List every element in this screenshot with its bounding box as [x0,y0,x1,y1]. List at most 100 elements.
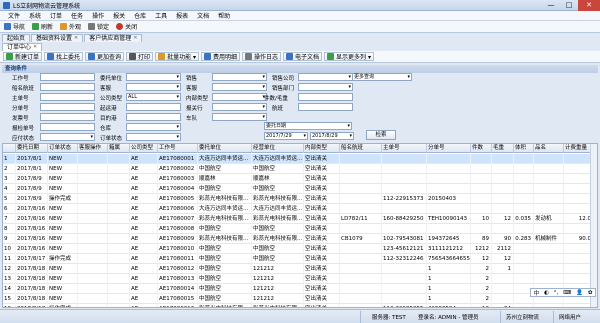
table-row[interactable]: 6 2017/8/16 NEW AE AE17080006 大连万达同丰货运... 大连万达… [3,204,597,214]
more-query-select[interactable]: 更多查询 [352,73,412,81]
partner-select[interactable] [126,83,181,91]
payable-status-select[interactable] [40,133,95,141]
company-type-select[interactable]: ALL [126,93,181,101]
date-to-input[interactable]: 2017/8/29 [310,132,354,140]
close-button[interactable]: 关闭 [116,22,137,31]
print-button[interactable]: 打印 [126,52,154,61]
search-button[interactable]: 检索 [366,130,396,140]
ime-mode-icon[interactable]: 中 [533,289,539,297]
table-row[interactable]: 15 2017/8/18 NEW AE AE17080015 中国航空 121212 空出清关… [3,294,597,304]
inspection-no-input[interactable] [40,123,95,131]
flight-input[interactable] [298,103,353,111]
ime-user-icon[interactable]: 👤 [576,290,583,296]
table-row[interactable]: 9 2017/8/16 NEW AE AE17080009 彩蕊光电科技有限... 彩蕊光电… [3,234,597,244]
table-row[interactable]: 10 2017/8/16 NEW AE AE17080010 中国航空 中国航空 空出清关 12… [3,244,597,254]
table-row[interactable]: 5 2017/8/9 操作完成 AE AE17080005 彩蕊光电科技有限... 彩蕊光电… [3,194,597,204]
table-row[interactable]: 13 2017/8/18 NEW AE AE17080013 中国航空 121212 空出清关… [3,274,597,284]
table-row[interactable]: 8 2017/8/16 NEW AE AE17080008 中国航空 中国航空 空出清关 [3,224,597,234]
column-header[interactable]: 船名航班 [340,144,382,153]
order-status-select[interactable] [126,133,181,141]
table-row[interactable]: 14 2017/8/18 NEW AE AE17080014 中国航空 121212 空出清关… [3,284,597,294]
table-row[interactable]: 2 2017/8/1 NEW AE AE17080002 中国航空 中国航空 空出清关 [3,164,597,174]
ime-halfwidth-icon[interactable]: ◐ [544,290,549,296]
inner-type-select[interactable] [212,93,267,101]
table-row[interactable]: 162017/8/18操作完成AEAE17080016彩蕊光电科技有限...彩蕊… [3,304,597,307]
date-from-input[interactable]: 2017/7/29 [264,132,308,140]
customs-broker-select[interactable] [212,103,267,111]
electronic-doc-button[interactable]: 电子文档 [283,52,323,61]
ime-keyboard-icon[interactable]: ⌨ [563,290,571,296]
dest-port-input[interactable] [126,113,181,121]
origin-port-input[interactable] [126,103,181,111]
vertical-scrollbar[interactable] [590,144,597,307]
column-header[interactable]: 毛重 [492,144,514,153]
menu-help[interactable]: 帮助 [218,11,230,20]
menu-task[interactable]: 任务 [71,11,83,20]
column-header[interactable]: 主单号 [382,144,427,153]
tab-close-icon[interactable]: ✕ [133,35,137,42]
column-header[interactable]: 件数 [471,144,492,153]
tab-order-center[interactable]: 订单中心 ✕ [2,43,43,51]
operation-log-button[interactable]: 操作日志 [242,52,282,61]
table-row[interactable]: 3 2017/8/9 NEW AE AE17080003 顺嘉林 顺嘉林 空出清关 [3,174,597,184]
menu-system[interactable]: 系统 [29,11,41,20]
tab-customer-supplier[interactable]: 客户供应商管理 ✕ [84,34,143,42]
menu-tools[interactable]: 工具 [155,11,167,20]
warehouse-select[interactable] [126,123,181,131]
date-type-select[interactable]: 委托日期 [264,122,352,130]
menu-warehouse[interactable]: 仓库 [134,11,146,20]
column-header[interactable]: 客服操作 [78,144,108,153]
table-row[interactable]: 11 2017/8/17 操作完成 AE AE17080011 中国航空 中国航空 空出清关 1… [3,254,597,264]
close-window-button[interactable]: ✕ [578,0,600,11]
column-header[interactable] [3,144,16,153]
menu-operate[interactable]: 操作 [92,11,104,20]
online-delegate-button[interactable]: 找上委托 [44,52,84,61]
menu-customs[interactable]: 报关 [113,11,125,20]
batch-button[interactable]: 批量功能 ▾ [155,52,199,61]
operator-select[interactable] [212,83,267,91]
column-header[interactable]: 委托日期 [16,144,48,153]
consignor-select[interactable] [126,73,181,81]
fleet-select[interactable] [212,113,267,121]
column-header[interactable]: 分单号 [427,144,471,153]
menu-order[interactable]: 订单 [50,11,62,20]
column-header[interactable]: 内部类型 [304,144,340,153]
menu-file[interactable]: 文件 [8,11,20,20]
new-order-button[interactable]: 新建订单 [3,52,43,61]
table-row[interactable]: 1 2017/8/1 NEW AE AE17080001 大连万达同丰货运... 大连万达同… [3,154,597,164]
sales-dept-select[interactable] [298,83,353,91]
tab-close-icon[interactable]: ✕ [74,35,78,42]
appearance-button[interactable]: 外观 [60,22,81,31]
column-header[interactable]: 品名 [534,144,564,153]
table-row[interactable]: 4 2017/8/9 NEW AE AE17080004 中国航空 中国航空 空出清关 [3,184,597,194]
work-no-input[interactable] [40,73,95,81]
column-header[interactable]: 箱属 [108,144,130,153]
column-header[interactable]: 经营单位 [252,144,304,153]
main-no-input[interactable] [40,93,95,101]
show-more-columns-button[interactable]: 显示更多列 ▾ [324,52,374,61]
vessel-input[interactable] [40,83,95,91]
column-header[interactable]: 公司类型 [130,144,158,153]
sales-company-select[interactable] [298,73,353,81]
minimize-button[interactable]: — [542,0,560,11]
advanced-query-button[interactable]: 更加查询 [85,52,125,61]
table-row[interactable]: 12 2017/8/18 NEW AE AE17080012 中国航空 121212 空出清关… [3,264,597,274]
menu-reports[interactable]: 报表 [176,11,188,20]
column-header[interactable]: 体积 [514,144,534,153]
column-header[interactable]: 工作号 [158,144,198,153]
tab-basic-settings[interactable]: 基础资料设置 ✕ [31,34,84,42]
maximize-button[interactable]: □ [560,0,578,11]
tab-close-icon[interactable]: ✕ [33,44,37,51]
column-header[interactable]: 委托单位 [198,144,252,153]
column-header[interactable]: 订单状态 [48,144,78,153]
ime-skin-icon[interactable]: ✿ [588,290,593,296]
navigate-button[interactable]: 导航 [4,22,25,31]
invoice-input[interactable] [40,113,95,121]
table-row[interactable]: 7 2017/8/16 NEW AE AE17080007 彩蕊光电科技有限... 彩蕊光电… [3,214,597,224]
pieces-weight-input[interactable] [298,93,353,101]
lock-button[interactable]: 锁定 [88,22,109,31]
menu-documents[interactable]: 文档 [197,11,209,20]
ime-punctuation-icon[interactable]: °, [554,290,559,296]
fee-detail-button[interactable]: 费用明细 [200,52,240,61]
tab-start-page[interactable]: 起始页 [2,34,31,42]
